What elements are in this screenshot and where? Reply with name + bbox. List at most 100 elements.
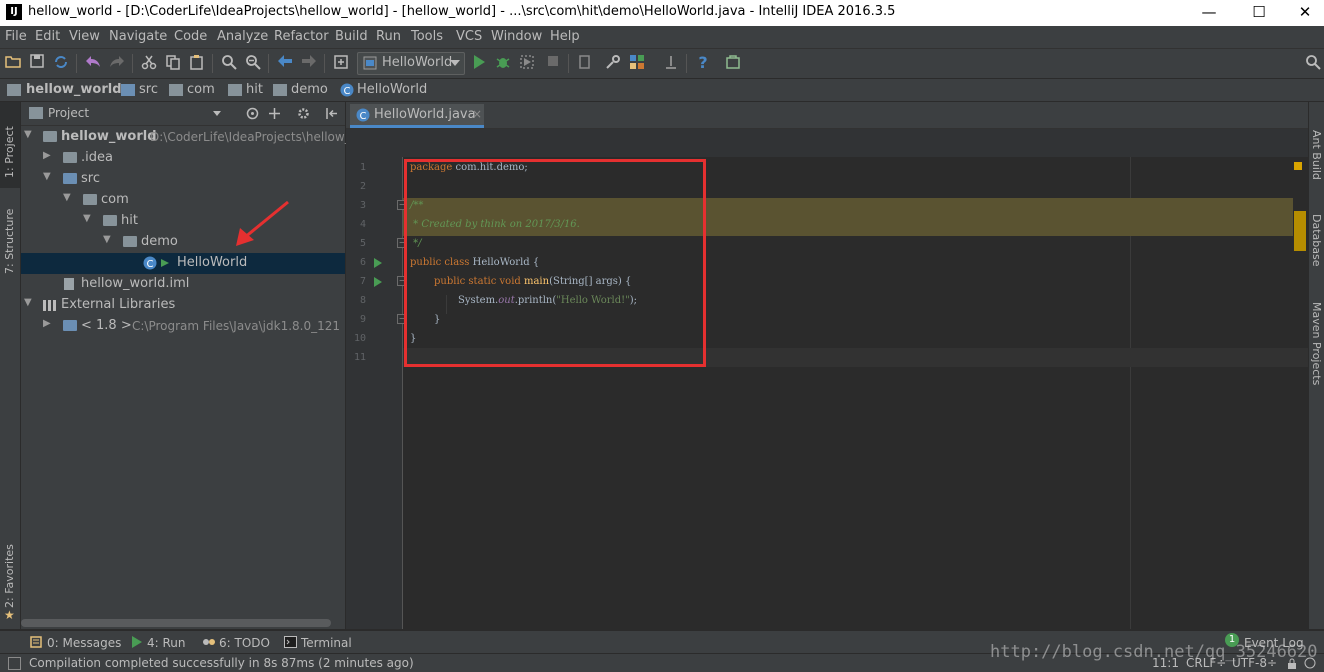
package-icon — [83, 194, 97, 205]
todo-tool-button[interactable]: 6: TODO — [219, 636, 270, 650]
terminal-tool-button[interactable]: Terminal — [301, 636, 352, 650]
back-arrow-icon[interactable] — [276, 54, 294, 72]
vcs-icon[interactable] — [576, 54, 594, 72]
tree-item-project-root[interactable]: ▼ hellow_world D:\CoderLife\IdeaProjects… — [21, 127, 351, 148]
expand-arrow-icon[interactable]: ▼ — [24, 129, 32, 140]
line-number: 7 — [359, 276, 366, 287]
tree-item-idea[interactable]: ▶ .idea — [21, 148, 345, 169]
structure-tool-button[interactable]: 7: Structure — [3, 209, 16, 274]
menu-analyze[interactable]: Analyze — [217, 29, 268, 44]
maximize-button[interactable]: ☐ — [1236, 0, 1282, 26]
menu-refactor[interactable]: Refactor — [274, 29, 329, 44]
ant-build-tool-button[interactable]: Ant Build — [1310, 130, 1323, 180]
menu-tools[interactable]: Tools — [411, 29, 443, 44]
help-icon[interactable]: ? — [694, 54, 712, 72]
hide-panel-icon[interactable] — [325, 107, 338, 120]
gear-icon[interactable] — [297, 107, 310, 120]
cut-icon[interactable] — [140, 54, 158, 72]
run-configuration-dropdown[interactable]: HelloWorld — [357, 52, 465, 75]
run-tool-button[interactable]: 4: Run — [147, 636, 186, 650]
menu-view[interactable]: View — [69, 29, 100, 44]
search-everywhere-icon[interactable] — [1304, 54, 1322, 72]
minimize-button[interactable]: — — [1186, 0, 1232, 26]
expand-arrow-icon[interactable]: ▼ — [43, 171, 51, 182]
horizontal-scrollbar[interactable] — [21, 619, 331, 627]
menu-build[interactable]: Build — [335, 29, 368, 44]
copy-icon[interactable] — [164, 54, 182, 72]
project-view-selector[interactable]: Project — [48, 106, 89, 120]
messages-tool-button[interactable]: 0: Messages — [47, 636, 121, 650]
project-structure-icon[interactable] — [628, 54, 646, 72]
paste-icon[interactable] — [188, 54, 206, 72]
database-tool-button[interactable]: Database — [1310, 214, 1323, 267]
java-class-icon: C — [356, 108, 370, 122]
tree-item-src[interactable]: ▼ src — [21, 169, 345, 190]
find-icon[interactable] — [220, 54, 238, 72]
forward-arrow-icon[interactable] — [300, 54, 318, 72]
sdk-icon[interactable] — [662, 54, 680, 72]
maven-projects-tool-button[interactable]: Maven Projects — [1310, 302, 1323, 385]
run-gutter-icon[interactable] — [374, 277, 382, 287]
run-icon — [132, 636, 142, 648]
open-folder-icon[interactable] — [4, 54, 22, 72]
expand-arrow-icon[interactable]: ▼ — [24, 297, 32, 308]
project-view-icon — [29, 107, 43, 119]
tree-item-external-libraries[interactable]: ▼ External Libraries — [21, 295, 345, 316]
run-gutter-icon[interactable] — [374, 258, 382, 268]
menu-edit[interactable]: Edit — [35, 29, 60, 44]
coverage-icon[interactable] — [518, 54, 536, 72]
replace-icon[interactable] — [244, 54, 262, 72]
menu-window[interactable]: Window — [491, 29, 542, 44]
tree-item-hit[interactable]: ▼ hit — [21, 211, 345, 232]
breadcrumb-src[interactable]: src — [139, 82, 158, 97]
expand-arrow-icon[interactable]: ▶ — [43, 150, 51, 161]
expand-arrow-icon[interactable]: ▼ — [83, 213, 91, 224]
chevron-down-icon[interactable] — [213, 111, 221, 116]
editor-tab-helloworld[interactable]: C HelloWorld.java × — [350, 104, 484, 128]
tree-item-helloworld[interactable]: C HelloWorld — [21, 253, 345, 274]
tree-item-demo[interactable]: ▼ demo — [21, 232, 345, 253]
library-icon — [43, 300, 56, 311]
menu-file[interactable]: File — [5, 29, 27, 44]
toolbar-separator — [132, 54, 133, 73]
tree-item-jdk[interactable]: ▶ < 1.8 > C:\Program Files\Java\jdk1.8.0… — [21, 316, 345, 337]
expand-arrow-icon[interactable]: ▶ — [43, 318, 51, 329]
menu-run[interactable]: Run — [376, 29, 401, 44]
breadcrumb-project[interactable]: hellow_world — [26, 82, 122, 97]
collapse-all-icon[interactable] — [268, 107, 281, 120]
redo-icon[interactable] — [108, 54, 126, 72]
build-project-icon[interactable] — [332, 54, 350, 72]
menu-vcs[interactable]: VCS — [456, 29, 482, 44]
stop-icon[interactable] — [544, 54, 562, 72]
tool-windows-toggle-icon[interactable] — [8, 657, 21, 670]
tree-item-iml[interactable]: hellow_world.iml — [21, 274, 345, 295]
warning-stripe-marker[interactable] — [1294, 162, 1302, 170]
menu-help[interactable]: Help — [550, 29, 580, 44]
expand-arrow-icon[interactable]: ▼ — [63, 192, 71, 203]
close-tab-icon[interactable]: × — [472, 107, 482, 121]
run-icon[interactable] — [470, 54, 488, 72]
breadcrumb-hit[interactable]: hit — [246, 82, 263, 97]
status-message: Compilation completed successfully in 8s… — [29, 656, 414, 670]
java-app-icon — [363, 56, 377, 70]
scroll-from-source-icon[interactable] — [246, 107, 259, 120]
expand-arrow-icon[interactable]: ▼ — [103, 234, 111, 245]
star-icon: ★ — [4, 608, 15, 622]
error-stripe-marker[interactable] — [1294, 211, 1306, 251]
plugin-icon[interactable] — [724, 54, 742, 72]
tree-item-com[interactable]: ▼ com — [21, 190, 345, 211]
menu-code[interactable]: Code — [174, 29, 207, 44]
undo-icon[interactable] — [84, 54, 102, 72]
close-button[interactable]: ✕ — [1282, 0, 1324, 26]
settings-icon[interactable] — [604, 54, 622, 72]
project-tool-button[interactable]: 1: Project — [3, 126, 16, 178]
save-icon[interactable] — [28, 54, 46, 72]
menu-navigate[interactable]: Navigate — [109, 29, 167, 44]
breadcrumb-com[interactable]: com — [187, 82, 215, 97]
svg-text:C: C — [147, 259, 154, 270]
breadcrumb-class[interactable]: HelloWorld — [357, 82, 427, 97]
debug-icon[interactable] — [494, 54, 512, 72]
sync-icon[interactable] — [52, 54, 70, 72]
favorites-tool-button[interactable]: 2: Favorites — [3, 544, 16, 608]
breadcrumb-demo[interactable]: demo — [291, 82, 328, 97]
